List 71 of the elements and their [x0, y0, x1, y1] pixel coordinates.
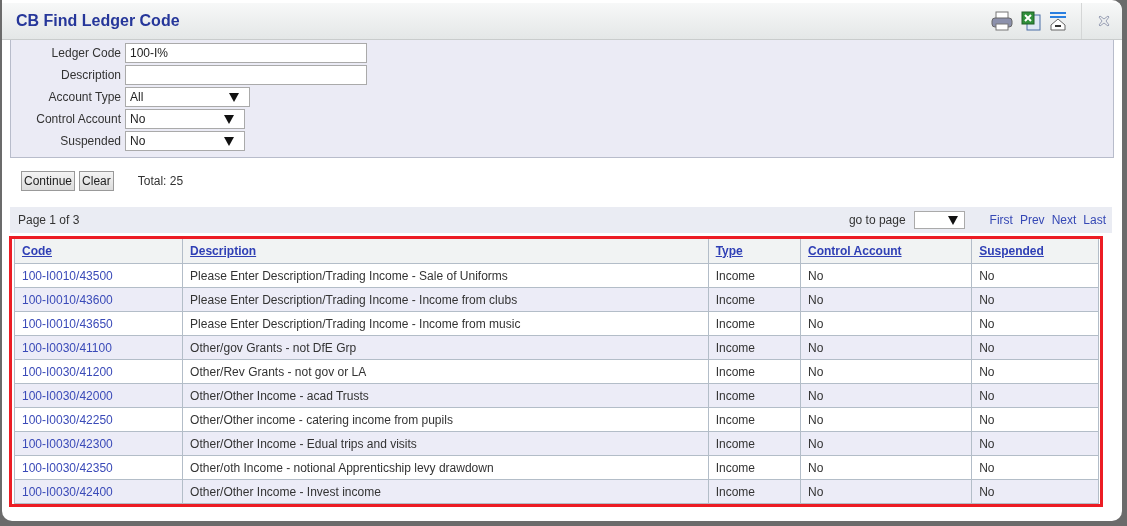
table-cell: No — [971, 287, 1099, 312]
dropdown-caret-icon — [224, 114, 234, 124]
total-count: Total: 25 — [137, 174, 184, 188]
table-cell: No — [800, 359, 972, 384]
window-title: CB Find Ledger Code — [16, 12, 181, 30]
action-button[interactable]: Clear — [79, 171, 114, 191]
spreadsheet-icon[interactable] — [1021, 11, 1041, 31]
pager-link[interactable]: Prev — [1019, 213, 1045, 227]
table-cell: Other/oth Income - notional Apprenticship levy drawdown — [182, 455, 709, 480]
table-cell: No — [971, 455, 1099, 480]
field-label: Description — [59, 68, 121, 82]
table-cell: Income — [708, 479, 801, 504]
dropdown-caret-icon — [229, 92, 239, 102]
table-cell: No — [971, 311, 1099, 336]
pager-link[interactable]: Next — [1051, 213, 1077, 227]
table-cell: Other/Rev Grants - not gov or LA — [182, 359, 709, 384]
table-cell: Income — [708, 407, 801, 432]
table-cell: Income — [708, 383, 801, 408]
field-label: Ledger Code — [50, 46, 121, 60]
table-cell: Income — [708, 335, 801, 360]
text-field[interactable]: 100-I% — [125, 43, 367, 63]
table-cell: No — [971, 431, 1099, 456]
table-cell: No — [800, 383, 972, 408]
table-cell: No — [971, 479, 1099, 504]
table-cell: Income — [708, 311, 801, 336]
table-cell: Other/Other Income - acad Trusts — [182, 383, 709, 408]
dropdown[interactable]: No — [125, 109, 245, 129]
text-field[interactable] — [125, 65, 367, 85]
table-cell: Please Enter Description/Trading Income - Income from clubs — [182, 287, 709, 312]
table-cell: Income — [708, 359, 801, 384]
table-cell: Income — [708, 455, 801, 480]
column-header-link[interactable]: Type — [715, 244, 743, 258]
table-cell: No — [800, 287, 972, 312]
page-dropdown[interactable] — [913, 211, 965, 229]
table-cell: Income — [708, 287, 801, 312]
pager-link[interactable]: First — [989, 213, 1013, 227]
table-cell: No — [800, 431, 972, 456]
dropdown-caret-icon — [224, 136, 234, 146]
column-header-link[interactable]: Description — [190, 244, 257, 258]
table-cell: Other/gov Grants - not DfE Grp — [182, 335, 709, 360]
table-cell: No — [800, 407, 972, 432]
table-cell: Other/Other income - catering income from pupils — [182, 407, 709, 432]
table-cell: Income — [708, 431, 801, 456]
table-cell: No — [800, 263, 972, 288]
dropdown[interactable]: All — [125, 87, 250, 107]
column-header-link[interactable]: Code — [22, 244, 52, 258]
field-label: Account Type — [47, 90, 121, 104]
table-cell: Please Enter Description/Trading Income - Income from music — [182, 311, 709, 336]
dropdown[interactable]: No — [125, 131, 245, 151]
table-cell: No — [971, 263, 1099, 288]
table-cell: No — [971, 383, 1099, 408]
table-cell: Other/Other Income - Invest income — [182, 479, 709, 504]
table-cell: No — [800, 455, 972, 480]
action-button[interactable]: Continue — [21, 171, 76, 191]
table-cell: No — [971, 407, 1099, 432]
table-cell: No — [971, 359, 1099, 384]
printer-icon[interactable] — [991, 11, 1013, 31]
field-label: Control Account — [35, 112, 121, 126]
table-cell: Please Enter Description/Trading Income - Sale of Uniforms — [182, 263, 709, 288]
dropdown-caret-icon — [947, 215, 958, 225]
field-label: Suspended — [59, 134, 121, 148]
table-cell: No — [800, 311, 972, 336]
table-cell: No — [800, 335, 972, 360]
collapse-icon[interactable] — [1049, 11, 1067, 31]
table-cell: No — [800, 479, 972, 504]
pager-link[interactable]: Last — [1083, 213, 1106, 227]
go-to-label: go to page — [848, 213, 906, 227]
table-cell: Other/Other Income - Edual trips and visits — [182, 431, 709, 456]
page-info: Page 1 of 3 — [18, 213, 81, 227]
table-cell: Income — [708, 263, 801, 288]
table-cell: No — [971, 335, 1099, 360]
